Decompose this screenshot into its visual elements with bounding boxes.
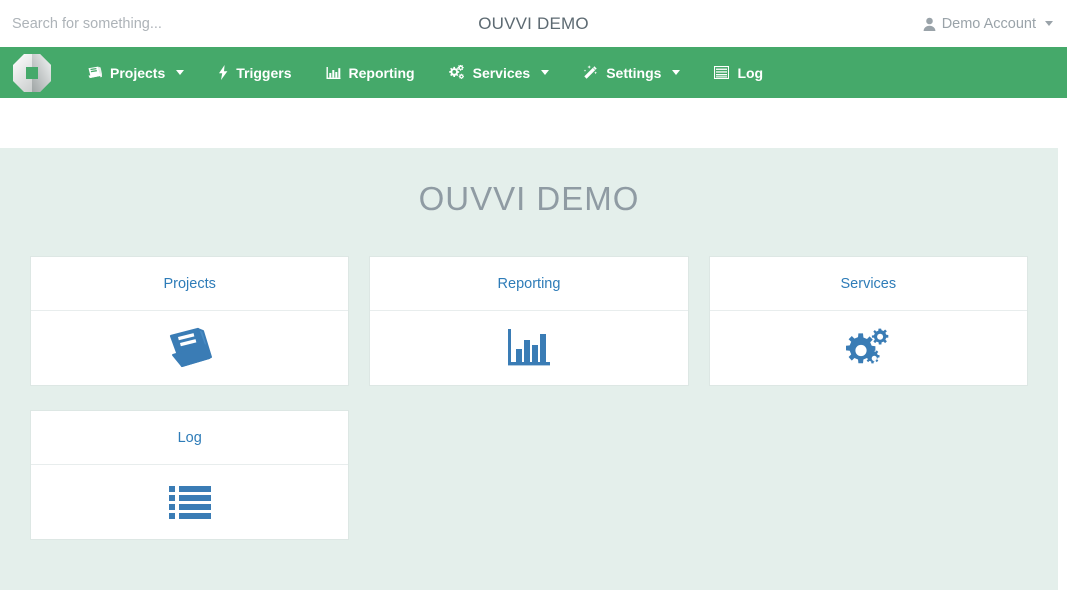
- caret-down-icon: [1045, 21, 1053, 26]
- grid-cell: Projects: [20, 256, 359, 386]
- user-icon: [923, 17, 936, 31]
- grid-cell: Reporting: [359, 256, 698, 386]
- nav-label: Services: [472, 64, 531, 81]
- nav-item-services[interactable]: Services: [432, 47, 567, 98]
- nav-item-triggers[interactable]: Triggers: [201, 47, 308, 98]
- gears-icon: [448, 65, 465, 80]
- card-title: Projects: [31, 257, 349, 311]
- nav-label: Log: [737, 64, 764, 81]
- book-icon: [87, 66, 102, 80]
- nav-label: Settings: [606, 64, 662, 81]
- list-icon: [714, 66, 730, 79]
- card-title: Services: [709, 257, 1027, 311]
- bar-chart-icon: [326, 66, 341, 80]
- magic-wand-icon: [583, 65, 598, 80]
- dashboard-card-services[interactable]: Services: [708, 256, 1028, 386]
- main-content-area: OUVVI DEMO Projects Reporting Services L…: [0, 148, 1058, 590]
- main-navigation-bar: Projects Triggers Reporting Services Set…: [0, 47, 1067, 98]
- card-title: Log: [31, 411, 349, 465]
- dashboard-card-reporting[interactable]: Reporting: [369, 256, 689, 386]
- caret-down-icon: [176, 70, 185, 75]
- grid-cell: Services: [699, 256, 1038, 386]
- dashboard-card-grid: Projects Reporting Services Log: [0, 256, 1067, 564]
- nav-label: Triggers: [236, 64, 292, 81]
- list-icon: [168, 486, 211, 519]
- bolt-icon: [218, 65, 228, 80]
- bar-chart-icon: [507, 329, 550, 366]
- card-title: Reporting: [370, 257, 688, 311]
- grid-cell: Log: [20, 410, 359, 540]
- gears-icon: [846, 328, 889, 364]
- card-icon-area: [31, 465, 348, 539]
- nav-label: Reporting: [348, 64, 415, 81]
- ouvvi-logo[interactable]: [12, 53, 52, 93]
- nav-item-settings[interactable]: Settings: [566, 47, 697, 98]
- dashboard-card-log[interactable]: Log: [30, 410, 350, 540]
- card-icon-area: [710, 311, 1027, 385]
- account-label: Demo Account: [941, 15, 1036, 32]
- card-icon-area: [31, 311, 348, 385]
- content-spacer: [0, 98, 1067, 148]
- nav-label: Projects: [110, 64, 166, 81]
- account-menu[interactable]: Demo Account: [923, 0, 1053, 47]
- nav-item-log[interactable]: Log: [697, 47, 780, 98]
- nav-item-projects[interactable]: Projects: [70, 47, 201, 98]
- book-icon: [169, 327, 212, 368]
- top-header-bar: OUVVI DEMO Demo Account: [0, 0, 1067, 47]
- nav-item-reporting[interactable]: Reporting: [309, 47, 432, 98]
- card-icon-area: [370, 311, 687, 385]
- caret-down-icon: [541, 70, 550, 75]
- page-heading: OUVVI DEMO: [418, 180, 640, 217]
- search-input[interactable]: [0, 0, 330, 47]
- caret-down-icon: [672, 70, 681, 75]
- dashboard-card-projects[interactable]: Projects: [30, 256, 350, 386]
